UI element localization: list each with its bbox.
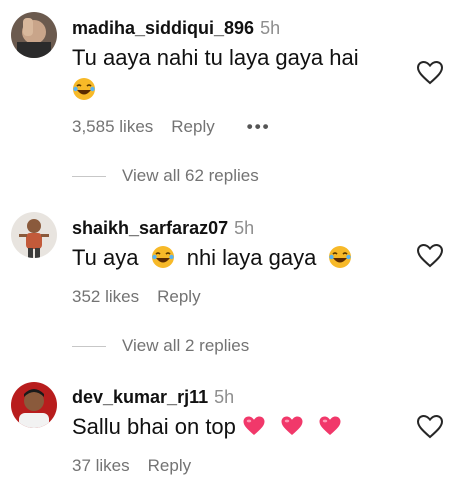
comment-text: Tu aya nhi laya gaya <box>72 243 352 273</box>
pink-heart-emoji-icon <box>242 414 266 438</box>
view-replies-label: View all 2 replies <box>122 336 250 355</box>
comment-text-content: Tu aaya nahi tu laya gaya hai <box>72 45 359 70</box>
comment-text-content: Sallu bhai on top <box>72 414 236 439</box>
divider <box>72 346 106 348</box>
reply-button[interactable]: Reply <box>157 287 200 306</box>
comment-meta: 3,585 likes Reply ••• <box>72 116 271 138</box>
timestamp: 5h <box>260 18 281 38</box>
laughing-emoji-icon <box>72 77 96 101</box>
username[interactable]: shaikh_sarfaraz07 <box>72 218 228 238</box>
comment-text-part: Tu aya <box>72 245 139 270</box>
more-options-icon[interactable]: ••• <box>247 117 271 136</box>
reply-button[interactable]: Reply <box>171 117 214 136</box>
avatar[interactable] <box>11 212 57 258</box>
divider <box>72 176 106 178</box>
comment-emoji-line <box>72 75 96 105</box>
comment-meta: 352 likes Reply <box>72 286 201 308</box>
avatar[interactable] <box>11 12 57 58</box>
likes-count[interactable]: 352 likes <box>72 287 139 306</box>
laughing-emoji-icon <box>328 245 352 269</box>
likes-count[interactable]: 37 likes <box>72 456 130 475</box>
like-heart-icon[interactable] <box>416 60 444 86</box>
pink-heart-emoji-icon <box>280 414 304 438</box>
comment-text: Tu aaya nahi tu laya gaya hai <box>72 43 359 73</box>
username[interactable]: madiha_siddiqui_896 <box>72 18 254 38</box>
laughing-emoji-icon <box>151 245 175 269</box>
timestamp: 5h <box>234 218 255 238</box>
view-replies-button[interactable]: View all 62 replies <box>72 165 259 187</box>
reply-button[interactable]: Reply <box>148 456 191 475</box>
like-heart-icon[interactable] <box>416 243 444 269</box>
comment-meta: 37 likes Reply <box>72 455 191 477</box>
comment-header: shaikh_sarfaraz07 5h <box>72 217 254 239</box>
timestamp: 5h <box>214 387 235 407</box>
comment-header: madiha_siddiqui_896 5h <box>72 17 280 39</box>
view-replies-label: View all 62 replies <box>122 166 259 185</box>
comment-text: Sallu bhai on top <box>72 412 342 442</box>
comment-text-part: nhi laya gaya <box>186 245 317 270</box>
avatar[interactable] <box>11 382 57 428</box>
pink-heart-emoji-icon <box>318 414 342 438</box>
comment-header: dev_kumar_rj11 5h <box>72 386 234 408</box>
likes-count[interactable]: 3,585 likes <box>72 117 153 136</box>
like-heart-icon[interactable] <box>416 414 444 440</box>
view-replies-button[interactable]: View all 2 replies <box>72 335 249 357</box>
username[interactable]: dev_kumar_rj11 <box>72 387 208 407</box>
